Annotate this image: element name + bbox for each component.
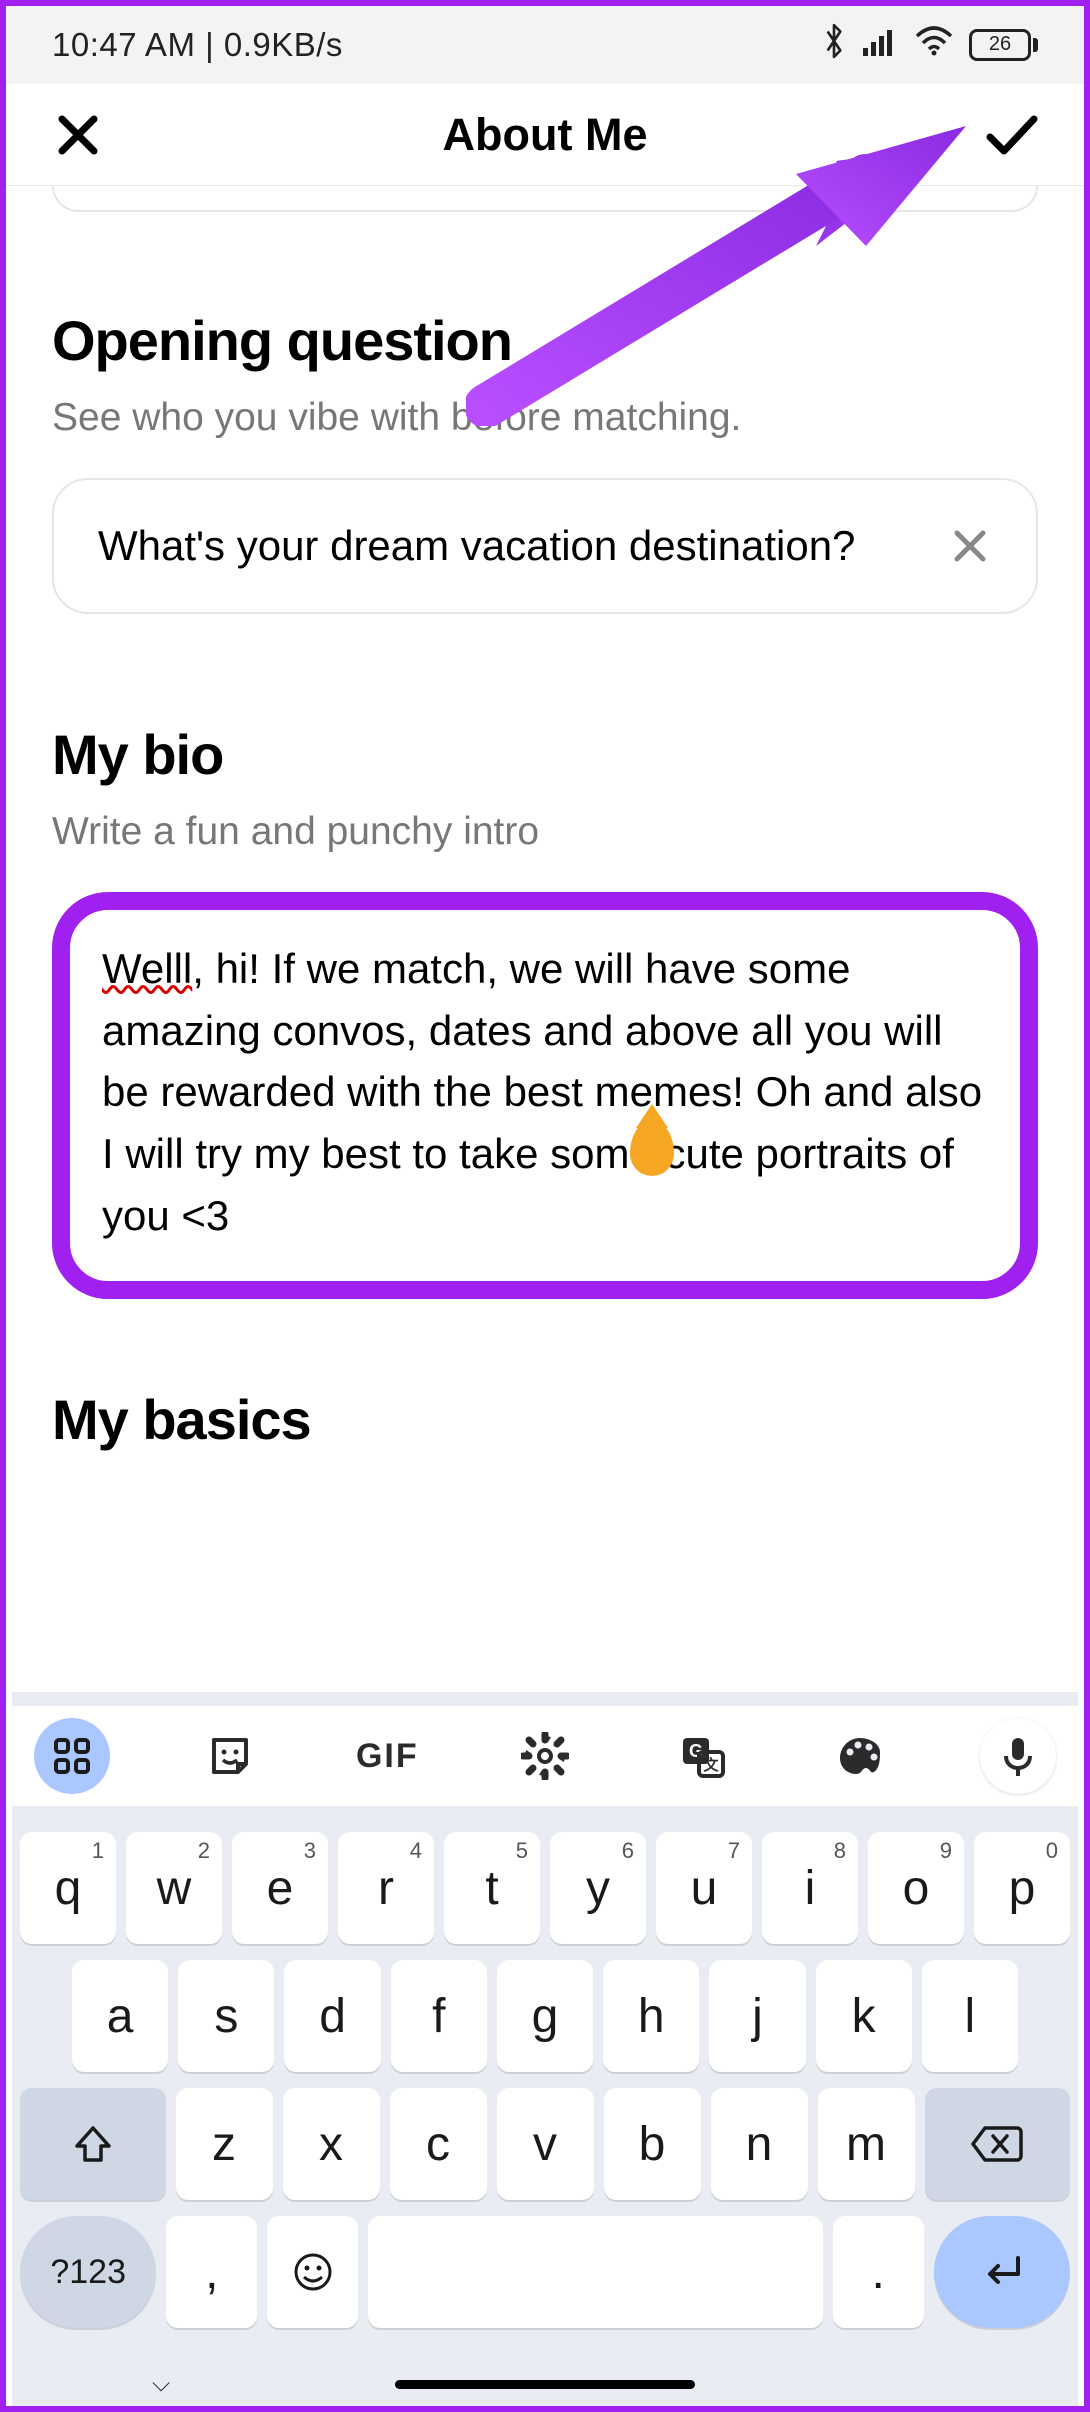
- keyboard-row-3: zxcvbnm: [20, 2088, 1070, 2200]
- keyboard-settings-icon[interactable]: [507, 1718, 583, 1794]
- key-w[interactable]: w2: [126, 1832, 222, 1944]
- comma-key[interactable]: ,: [166, 2216, 257, 2328]
- chip-remnant: [52, 186, 1038, 212]
- bluetooth-icon: [821, 22, 847, 68]
- keyboard-translate-icon[interactable]: G文: [665, 1718, 741, 1794]
- opening-question-text: What's your dream vacation destination?: [98, 518, 918, 575]
- status-bar: 10:47 AM | 0.9KB/s 26: [6, 6, 1084, 84]
- keyboard-toolbar: GIF G文: [12, 1706, 1078, 1806]
- backspace-key[interactable]: [925, 2088, 1071, 2200]
- wifi-icon: [915, 26, 953, 64]
- emoji-key[interactable]: [267, 2216, 358, 2328]
- key-c[interactable]: c: [390, 2088, 487, 2200]
- key-s[interactable]: s: [178, 1960, 274, 2072]
- signal-icon: [863, 26, 899, 64]
- status-icons: 26: [821, 22, 1038, 68]
- keyboard-apps-icon[interactable]: [34, 1718, 110, 1794]
- period-key[interactable]: .: [833, 2216, 924, 2328]
- status-time: 10:47 AM | 0.9KB/s: [52, 26, 343, 64]
- keyboard-theme-icon[interactable]: [822, 1718, 898, 1794]
- key-v[interactable]: v: [497, 2088, 594, 2200]
- key-p[interactable]: p0: [974, 1832, 1070, 1944]
- keyboard-mic-icon[interactable]: [980, 1718, 1056, 1794]
- home-indicator[interactable]: [395, 2380, 695, 2389]
- keyboard-row-1: q1w2e3r4t5y6u7i8o9p0: [20, 1832, 1070, 1944]
- symbols-key[interactable]: ?123: [20, 2216, 156, 2328]
- keyboard-collapse-icon[interactable]: ⌵: [152, 2370, 170, 2398]
- key-r[interactable]: r4: [338, 1832, 434, 1944]
- key-x[interactable]: x: [283, 2088, 380, 2200]
- space-key[interactable]: [368, 2216, 823, 2328]
- key-l[interactable]: l: [922, 1960, 1018, 2072]
- keyboard-sticker-icon[interactable]: [192, 1718, 268, 1794]
- key-u[interactable]: u7: [656, 1832, 752, 1944]
- my-basics-section: My basics: [52, 1389, 1038, 1451]
- keyboard: GIF G文 q1w2e3r4t5y6u7i8o9p0 asdfghjkl: [12, 1692, 1078, 2406]
- opening-question-subtitle: See who you vibe with before matching.: [52, 396, 1038, 440]
- key-b[interactable]: b: [604, 2088, 701, 2200]
- key-q[interactable]: q1: [20, 1832, 116, 1944]
- header: About Me: [6, 84, 1084, 186]
- opening-question-section: Opening question See who you vibe with b…: [52, 310, 1038, 614]
- key-h[interactable]: h: [603, 1960, 699, 2072]
- svg-text:文: 文: [703, 1756, 719, 1774]
- key-k[interactable]: k: [816, 1960, 912, 2072]
- key-e[interactable]: e3: [232, 1832, 328, 1944]
- key-i[interactable]: i8: [762, 1832, 858, 1944]
- key-t[interactable]: t5: [444, 1832, 540, 1944]
- key-o[interactable]: o9: [868, 1832, 964, 1944]
- opening-question-card[interactable]: What's your dream vacation destination?: [52, 478, 1038, 615]
- battery-icon: 26: [969, 29, 1038, 61]
- key-a[interactable]: a: [72, 1960, 168, 2072]
- keyboard-row-4: ?123 , .: [20, 2216, 1070, 2328]
- keyboard-footer: ⌵: [12, 2362, 1078, 2406]
- shift-key[interactable]: [20, 2088, 166, 2200]
- key-y[interactable]: y6: [550, 1832, 646, 1944]
- key-n[interactable]: n: [711, 2088, 808, 2200]
- key-f[interactable]: f: [391, 1960, 487, 2072]
- my-basics-title: My basics: [52, 1389, 1038, 1451]
- key-d[interactable]: d: [284, 1960, 380, 2072]
- key-g[interactable]: g: [497, 1960, 593, 2072]
- bio-textarea[interactable]: Welll, hi! If we match, we will have som…: [52, 892, 1038, 1299]
- key-m[interactable]: m: [818, 2088, 915, 2200]
- clear-question-button[interactable]: [948, 524, 992, 568]
- page-title: About Me: [6, 109, 1084, 161]
- close-button[interactable]: [50, 107, 106, 163]
- key-j[interactable]: j: [709, 1960, 805, 2072]
- my-bio-subtitle: Write a fun and punchy intro: [52, 810, 1038, 854]
- my-bio-title: My bio: [52, 724, 1038, 786]
- confirm-button[interactable]: [984, 107, 1040, 163]
- keyboard-gif-button[interactable]: GIF: [349, 1718, 425, 1794]
- enter-key[interactable]: [934, 2216, 1070, 2328]
- key-z[interactable]: z: [176, 2088, 273, 2200]
- my-bio-section: My bio Write a fun and punchy intro Well…: [52, 724, 1038, 1298]
- bio-text-content: Welll, hi! If we match, we will have som…: [102, 938, 988, 1247]
- opening-question-title: Opening question: [52, 310, 1038, 372]
- keyboard-row-2: asdfghjkl: [20, 1960, 1070, 2072]
